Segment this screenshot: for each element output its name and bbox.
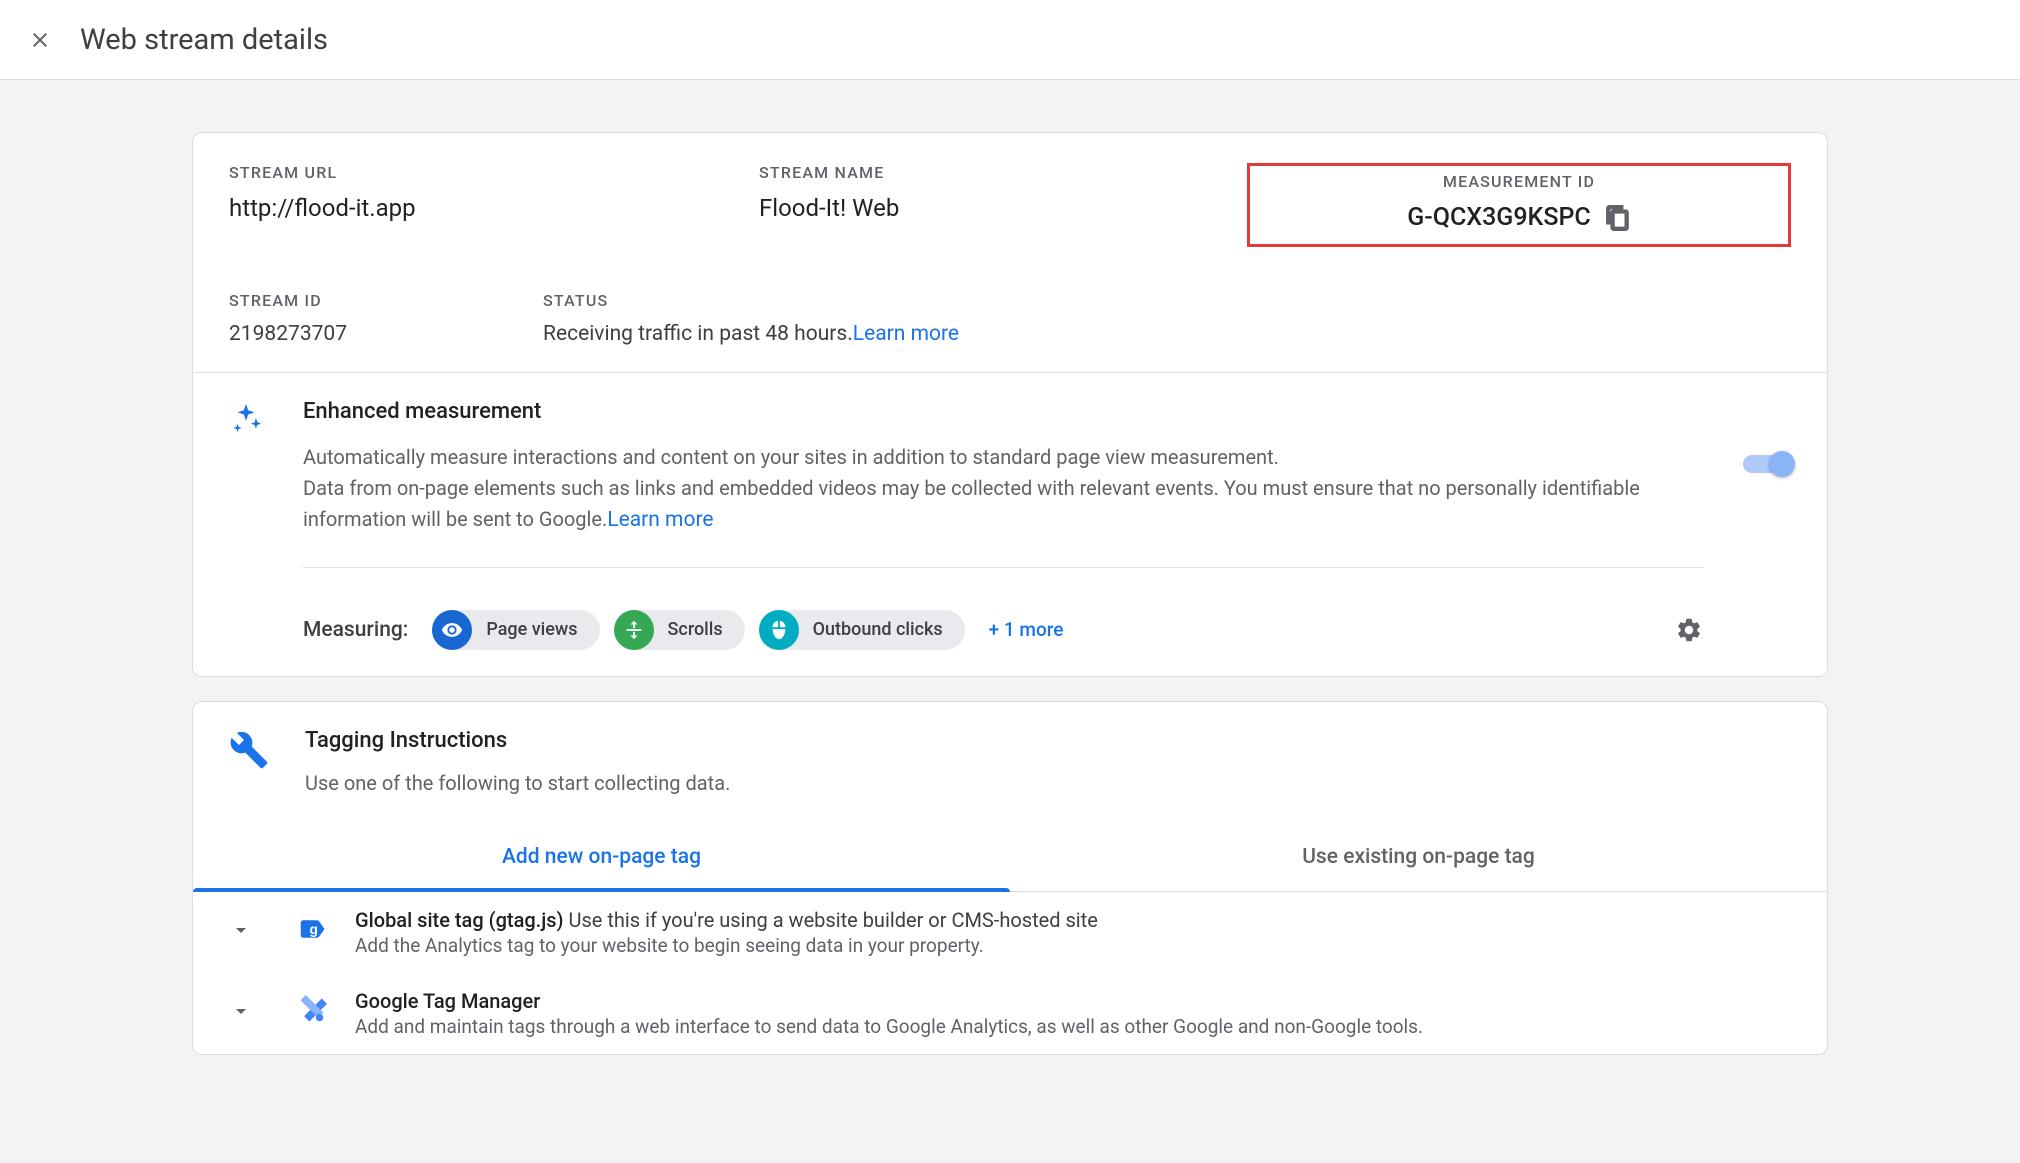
- enhanced-title: Enhanced measurement: [303, 399, 1703, 424]
- stream-url-value: http://flood-it.app: [229, 194, 759, 222]
- more-chips-link[interactable]: + 1 more: [989, 618, 1064, 641]
- chip-page-views: Page views: [432, 610, 599, 650]
- tag-row-sub: Add the Analytics tag to your website to…: [355, 934, 1098, 957]
- status-text: Receiving traffic in past 48 hours.: [543, 322, 853, 346]
- tag-row-title: Global site tag (gtag.js): [355, 908, 569, 932]
- measurement-id-label: MEASUREMENT ID: [1264, 172, 1774, 191]
- stream-name-block: STREAM NAME Flood-It! Web: [759, 163, 1119, 247]
- enhanced-desc-line2: Data from on-page elements such as links…: [303, 476, 1640, 531]
- tag-row-gtm[interactable]: Google Tag Manager Add and maintain tags…: [193, 973, 1827, 1054]
- stream-name-value: Flood-It! Web: [759, 194, 1119, 222]
- stream-url-block: STREAM URL http://flood-it.app: [229, 163, 759, 247]
- enhanced-learn-more-link[interactable]: Learn more: [607, 508, 713, 532]
- eye-icon: [432, 610, 472, 650]
- enhanced-desc-line1: Automatically measure interactions and c…: [303, 445, 1279, 469]
- tag-row-gtag[interactable]: g Global site tag (gtag.js) Use this if …: [193, 892, 1827, 973]
- gtag-icon: g: [297, 914, 327, 944]
- chip-label: Page views: [486, 619, 577, 640]
- copy-icon[interactable]: [1605, 205, 1631, 231]
- content-area: STREAM URL http://flood-it.app STREAM NA…: [0, 80, 2020, 1055]
- page-title: Web stream details: [80, 23, 328, 57]
- chip-label: Scrolls: [668, 619, 723, 640]
- wrench-icon: [229, 730, 269, 770]
- measuring-label: Measuring:: [303, 618, 408, 642]
- stream-id-label: STREAM ID: [229, 291, 543, 310]
- stream-id-block: STREAM ID 2198273707: [229, 291, 543, 346]
- mouse-icon: [759, 610, 799, 650]
- tag-row-sub: Add and maintain tags through a web inte…: [355, 1015, 1423, 1038]
- status-learn-more-link[interactable]: Learn more: [853, 322, 959, 346]
- close-icon[interactable]: [28, 28, 52, 52]
- scroll-icon: [614, 610, 654, 650]
- stream-name-label: STREAM NAME: [759, 163, 1119, 182]
- divider: [303, 567, 1703, 568]
- status-block: STATUS Receiving traffic in past 48 hour…: [543, 291, 1791, 346]
- tag-row-title: Google Tag Manager: [355, 989, 540, 1013]
- measuring-row: Measuring: Page views Scrolls: [303, 610, 1703, 650]
- tab-use-existing[interactable]: Use existing on-page tag: [1010, 815, 1827, 891]
- tag-row-hint: Use this if you're using a website build…: [569, 908, 1098, 932]
- enhanced-measurement-section: Enhanced measurement Automatically measu…: [193, 373, 1827, 676]
- enhanced-desc: Automatically measure interactions and c…: [303, 442, 1703, 537]
- chip-scrolls: Scrolls: [614, 610, 745, 650]
- chip-label: Outbound clicks: [813, 619, 943, 640]
- tab-add-new[interactable]: Add new on-page tag: [193, 815, 1010, 891]
- gear-icon[interactable]: [1675, 616, 1703, 644]
- chip-outbound-clicks: Outbound clicks: [759, 610, 965, 650]
- chevron-down-icon: [229, 918, 253, 942]
- stream-details-card: STREAM URL http://flood-it.app STREAM NA…: [192, 132, 1828, 677]
- chevron-down-icon: [229, 999, 253, 1023]
- tagging-instructions-card: Tagging Instructions Use one of the foll…: [192, 701, 1828, 1055]
- status-label: STATUS: [543, 291, 1791, 310]
- stream-url-label: STREAM URL: [229, 163, 759, 182]
- status-value: Receiving traffic in past 48 hours.Learn…: [543, 322, 1791, 346]
- gtm-icon: [297, 995, 327, 1025]
- tagging-tabs: Add new on-page tag Use existing on-page…: [193, 815, 1827, 892]
- page-header: Web stream details: [0, 0, 2020, 80]
- stream-id-value: 2198273707: [229, 322, 543, 346]
- sparkle-icon: [229, 401, 263, 435]
- stream-summary: STREAM URL http://flood-it.app STREAM NA…: [193, 133, 1827, 372]
- tagging-title: Tagging Instructions: [305, 728, 730, 753]
- tagging-subtitle: Use one of the following to start collec…: [305, 771, 730, 795]
- svg-text:g: g: [310, 922, 318, 937]
- measurement-id-block: MEASUREMENT ID G-QCX3G9KSPC: [1247, 163, 1791, 247]
- enhanced-toggle[interactable]: [1743, 455, 1791, 473]
- measurement-id-value: G-QCX3G9KSPC: [1407, 203, 1591, 232]
